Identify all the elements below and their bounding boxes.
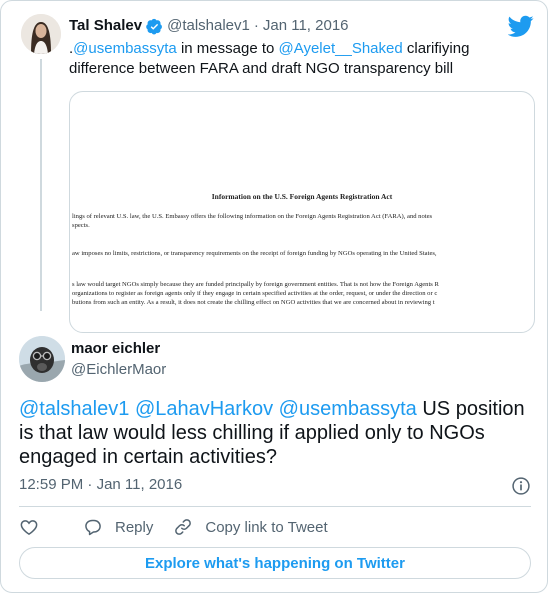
parent-tweet-text: .@usembassyta in message to @Ayelet__Sha…: [69, 39, 509, 79]
document-line: organizations to register as foreign age…: [72, 290, 438, 297]
heart-icon: [20, 520, 38, 535]
document-line: aw imposes no limits, restrictions, or t…: [72, 250, 437, 257]
reply-bubble-icon: [85, 519, 101, 536]
thread-line: [40, 59, 42, 311]
document-line: butions from such an entity. As a result…: [72, 299, 435, 306]
action-bar: Reply Copy link to Tweet: [19, 515, 328, 539]
divider: [19, 506, 531, 507]
mention-link[interactable]: @usembassyta: [73, 40, 177, 57]
author-handle[interactable]: @EichlerMaor: [71, 360, 166, 380]
person-avatar-icon: [21, 14, 61, 54]
reply-tweet-text: @talshalev1 @LahavHarkov @usembassyta US…: [19, 397, 539, 469]
mention-link[interactable]: @LahavHarkov: [135, 398, 273, 420]
like-button[interactable]: [19, 517, 39, 537]
tweet-time: 12:59 PM: [19, 476, 84, 493]
mention-link[interactable]: @talshalev1: [19, 398, 129, 420]
parent-tweet-header: Tal Shalev @talshalev1 · Jan 11, 2016: [69, 16, 349, 36]
twitter-bird-icon[interactable]: [508, 13, 534, 39]
mention-link[interactable]: @Ayelet__Shaked: [279, 40, 403, 57]
mention-link[interactable]: @usembassyta: [279, 398, 417, 420]
tweet-date: Jan 11, 2016: [96, 476, 183, 493]
document-line: spects.: [72, 222, 90, 229]
tweet-embed-card: Tal Shalev @talshalev1 · Jan 11, 2016 .@…: [0, 0, 548, 593]
explore-twitter-button[interactable]: Explore what's happening on Twitter: [19, 547, 531, 579]
avatar[interactable]: [21, 14, 61, 54]
info-icon[interactable]: [511, 476, 531, 496]
author-name[interactable]: Tal Shalev: [69, 16, 142, 36]
copy-link-label: Copy link to Tweet: [205, 518, 328, 536]
separator-dot: ·: [253, 17, 259, 34]
reply-button[interactable]: Reply: [83, 517, 153, 537]
document-content: Information on the U.S. Foreign Agents R…: [70, 92, 534, 332]
link-icon: [175, 519, 192, 535]
author-name[interactable]: maor eichler: [71, 339, 160, 359]
verified-badge-icon: [146, 18, 163, 34]
dog-avatar-icon: [19, 336, 65, 382]
reply-label: Reply: [115, 518, 154, 536]
text-segment: in message to: [176, 40, 279, 57]
document-line: s law would target NGOs simply because t…: [72, 281, 439, 288]
avatar[interactable]: [19, 336, 65, 382]
copy-link-button[interactable]: Copy link to Tweet: [173, 517, 328, 537]
tweet-timestamp[interactable]: 12:59 PM · Jan 11, 2016: [19, 475, 182, 495]
attached-document-image[interactable]: Information on the U.S. Foreign Agents R…: [69, 91, 535, 333]
document-title: Information on the U.S. Foreign Agents R…: [211, 192, 393, 201]
document-line: lings of relevant U.S. law, the U.S. Emb…: [72, 213, 433, 220]
author-handle[interactable]: @talshalev1: [167, 16, 250, 36]
tweet-date[interactable]: Jan 11, 2016: [263, 16, 349, 36]
separator-dot: ·: [87, 476, 93, 493]
